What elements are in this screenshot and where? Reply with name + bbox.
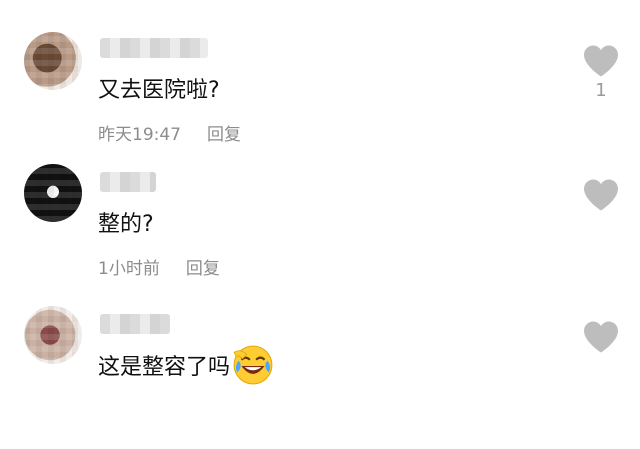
avatar[interactable] bbox=[24, 164, 82, 222]
like-button[interactable] bbox=[582, 178, 620, 212]
comment-meta: 1小时前 回复 bbox=[98, 254, 220, 279]
username-blurred[interactable] bbox=[100, 314, 170, 334]
comment-time: 1小时前 bbox=[98, 259, 160, 279]
comment-text: 又去医院啦? bbox=[98, 78, 220, 103]
avatar[interactable] bbox=[24, 32, 82, 90]
reply-button[interactable]: 回复 bbox=[186, 259, 220, 279]
heart-icon bbox=[584, 179, 618, 211]
like-button[interactable] bbox=[582, 320, 620, 354]
comment-text: 这是整容了吗 bbox=[98, 344, 274, 386]
username-blurred[interactable] bbox=[100, 172, 156, 192]
username-blurred[interactable] bbox=[100, 38, 208, 58]
comment-meta: 昨天19:47 回复 bbox=[98, 120, 241, 145]
heart-icon bbox=[584, 45, 618, 77]
comment-time: 昨天19:47 bbox=[98, 125, 181, 145]
avatar[interactable] bbox=[24, 306, 82, 364]
reply-button[interactable]: 回复 bbox=[207, 125, 241, 145]
like-count: 1 bbox=[595, 80, 607, 101]
heart-icon bbox=[584, 321, 618, 353]
comment-text: 整的? bbox=[98, 212, 154, 237]
laughing-crying-face-icon bbox=[233, 345, 273, 385]
like-button[interactable]: 1 bbox=[582, 44, 620, 101]
